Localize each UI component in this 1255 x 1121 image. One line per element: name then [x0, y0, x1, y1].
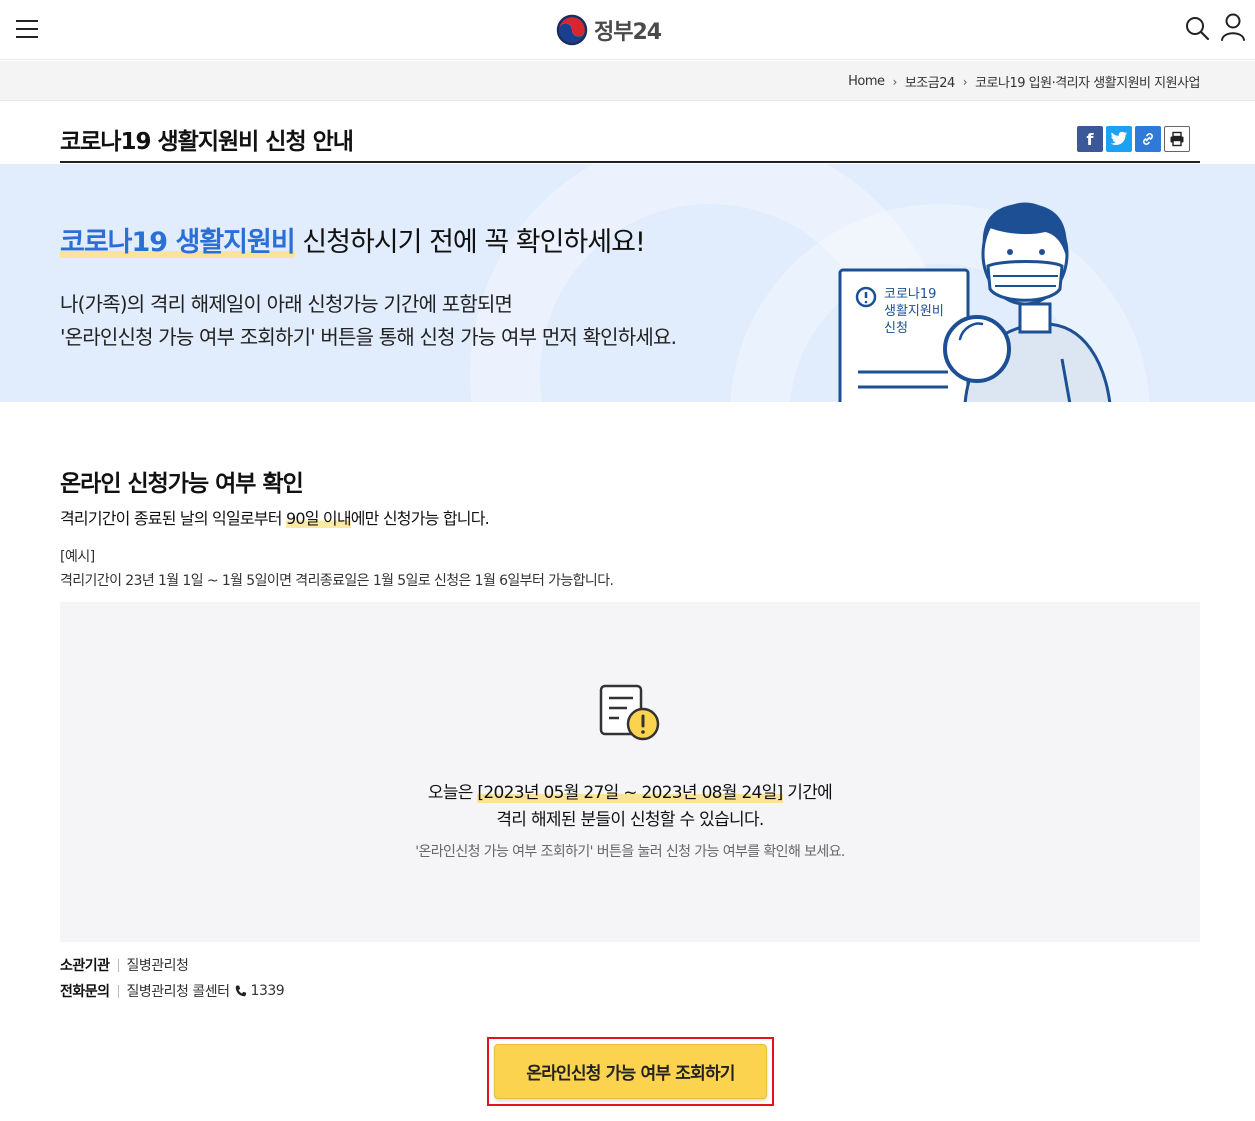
chevron-right-icon: › — [962, 74, 968, 89]
chevron-right-icon: › — [892, 74, 898, 89]
info-eligibility-line: 격리 해제된 분들이 신청할 수 있습니다. — [496, 810, 764, 830]
print-button[interactable] — [1164, 126, 1190, 152]
contact-value: 질병관리청 콜센터 — [126, 984, 231, 1000]
copy-link-button[interactable] — [1135, 126, 1161, 152]
document-warning-icon — [599, 684, 660, 741]
user-icon[interactable] — [1220, 13, 1246, 41]
section-title: 온라인 신청가능 여부 확인 — [60, 471, 304, 497]
agency-row: 소관기관 질병관리청 — [60, 955, 189, 975]
info-period-line: 오늘은 [2023년 05월 27일 ~ 2023년 08월 24일] 기간에 — [60, 778, 1200, 803]
search-icon[interactable] — [1184, 15, 1210, 41]
banner-text-line1: 나(가족)의 격리 해제일이 아래 신청가능 기간에 포함되면 — [60, 292, 513, 316]
breadcrumb: Home › 보조금24 › 코로나19 입원·격리자 생활지원비 지원사업 — [848, 72, 1200, 91]
twitter-icon — [1110, 131, 1128, 145]
contact-phone: 1339 — [250, 983, 285, 999]
eligibility-info-box: 오늘은 [2023년 05월 27일 ~ 2023년 08월 24일] 기간에 … — [60, 602, 1200, 942]
illustration-doc-line2: 생활지원비 — [884, 304, 944, 319]
illustration-doc-line3: 신청 — [884, 321, 908, 336]
title-divider — [60, 161, 1200, 163]
contact-label: 전화문의 — [60, 984, 110, 1000]
info-guide-line: '온라인신청 가능 여부 조회하기' 버튼을 눌러 신청 가능 여부를 확인해 … — [415, 844, 845, 860]
info-line1-before: 오늘은 — [427, 783, 478, 803]
breadcrumb-home[interactable]: Home — [848, 74, 885, 89]
agency-value: 질병관리청 — [126, 958, 189, 974]
banner-headline: 코로나19 생활지원비 신청하시기 전에 꼭 확인하세요! — [60, 220, 646, 259]
section-desc-before: 격리기간이 종료된 날의 익일로부터 — [60, 509, 286, 528]
section-desc-highlight: 90일 이내 — [285, 509, 352, 528]
phone-icon — [235, 985, 246, 997]
banner-headline-rest: 신청하시기 전에 꼭 확인하세요! — [294, 227, 646, 258]
divider — [117, 958, 119, 972]
facebook-share-button[interactable]: f — [1077, 126, 1103, 152]
site-header: 정부24 — [0, 0, 1255, 60]
hamburger-menu-icon[interactable] — [16, 20, 38, 40]
info-line1-after: 기간에 — [782, 783, 833, 803]
logo-text: 정부24 — [594, 20, 662, 45]
print-icon — [1170, 131, 1184, 147]
breadcrumb-current[interactable]: 코로나19 입원·격리자 생활지원비 지원사업 — [975, 72, 1200, 91]
check-eligibility-button[interactable]: 온라인신청 가능 여부 조회하기 — [494, 1044, 767, 1099]
share-buttons: f — [1077, 126, 1190, 152]
banner-headline-highlight: 코로나19 생활지원비 — [60, 227, 296, 258]
breadcrumb-bar: Home › 보조금24 › 코로나19 입원·격리자 생활지원비 지원사업 — [0, 61, 1255, 101]
cta-highlight-outline: 온라인신청 가능 여부 조회하기 — [487, 1037, 774, 1106]
section-description: 격리기간이 종료된 날의 익일로부터 90일 이내에만 신청가능 합니다. — [60, 505, 490, 529]
agency-label: 소관기관 — [60, 958, 110, 974]
breadcrumb-subsidy24[interactable]: 보조금24 — [905, 72, 955, 91]
taegeuk-logo-icon — [556, 14, 588, 46]
notice-banner: 코로나19 생활지원비 신청하시기 전에 꼭 확인하세요! 나(가족)의 격리 … — [0, 164, 1255, 402]
example-label: [예시] — [60, 549, 95, 565]
section-desc-after: 에만 신청가능 합니다. — [350, 509, 490, 528]
banner-text-line2: '온라인신청 가능 여부 조회하기' 버튼을 통해 신청 가능 여부 먼저 확인… — [60, 325, 677, 349]
divider — [117, 984, 119, 998]
link-icon — [1143, 133, 1153, 145]
gov24-logo[interactable]: 정부24 — [556, 14, 662, 46]
contact-row: 전화문의 질병관리청 콜센터 1339 — [60, 981, 285, 1001]
example-text: 격리기간이 23년 1월 1일 ~ 1월 5일이면 격리종료일은 1월 5일로 … — [60, 573, 614, 589]
info-period-highlight: [2023년 05월 27일 ~ 2023년 08월 24일] — [477, 783, 783, 803]
page-title: 코로나19 생활지원비 신청 안내 — [60, 129, 354, 155]
twitter-share-button[interactable] — [1106, 126, 1132, 152]
illustration-doc-line1: 코로나19 — [884, 287, 936, 302]
facebook-icon: f — [1086, 129, 1094, 149]
masked-person-illustration: 코로나19 생활지원비 신청 — [838, 202, 1112, 402]
